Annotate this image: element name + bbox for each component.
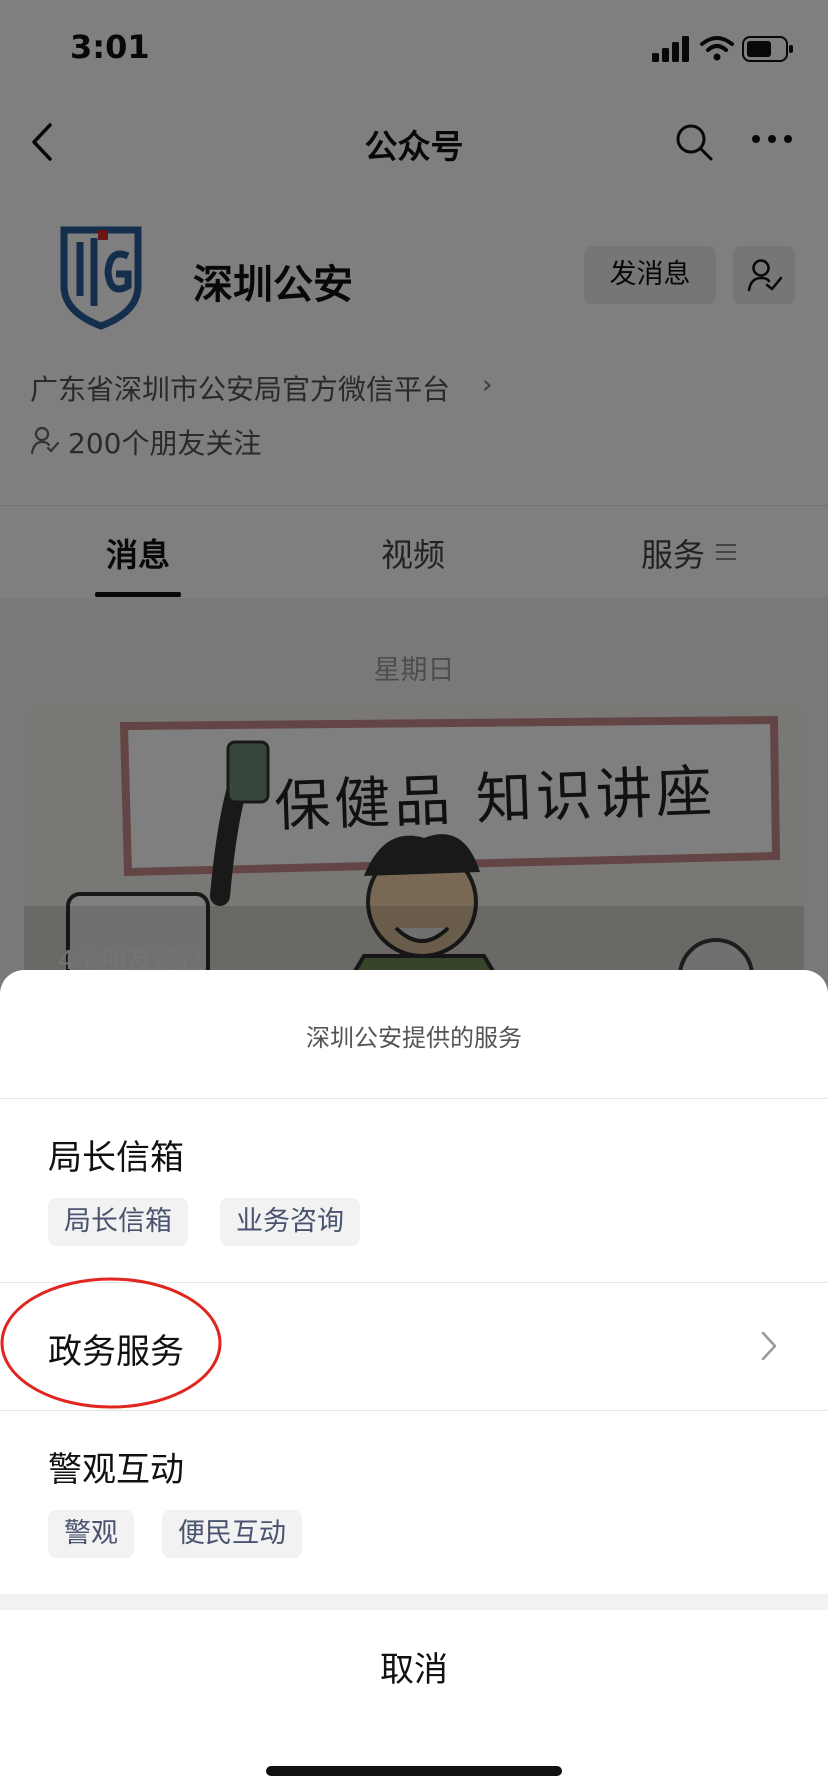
divider bbox=[0, 1410, 828, 1411]
sheet-title: 深圳公安提供的服务 bbox=[306, 1024, 522, 1052]
cancel-button[interactable]: 取消 bbox=[0, 1642, 828, 1691]
section-director-mailbox: 局长信箱 bbox=[48, 1138, 184, 1178]
tag-police-view[interactable]: 警观 bbox=[48, 1510, 134, 1558]
tag-director-mailbox[interactable]: 局长信箱 bbox=[48, 1198, 188, 1246]
annotation-circle bbox=[0, 1277, 222, 1409]
home-indicator bbox=[266, 1766, 562, 1776]
divider bbox=[0, 1098, 828, 1099]
section-police-interaction: 警观互动 bbox=[48, 1450, 184, 1490]
chevron-right-icon bbox=[761, 1331, 777, 1361]
tag-convenience-interaction[interactable]: 便民互动 bbox=[162, 1510, 302, 1558]
sheet-gap bbox=[0, 1594, 828, 1610]
tag-business-consult[interactable]: 业务咨询 bbox=[220, 1198, 360, 1246]
